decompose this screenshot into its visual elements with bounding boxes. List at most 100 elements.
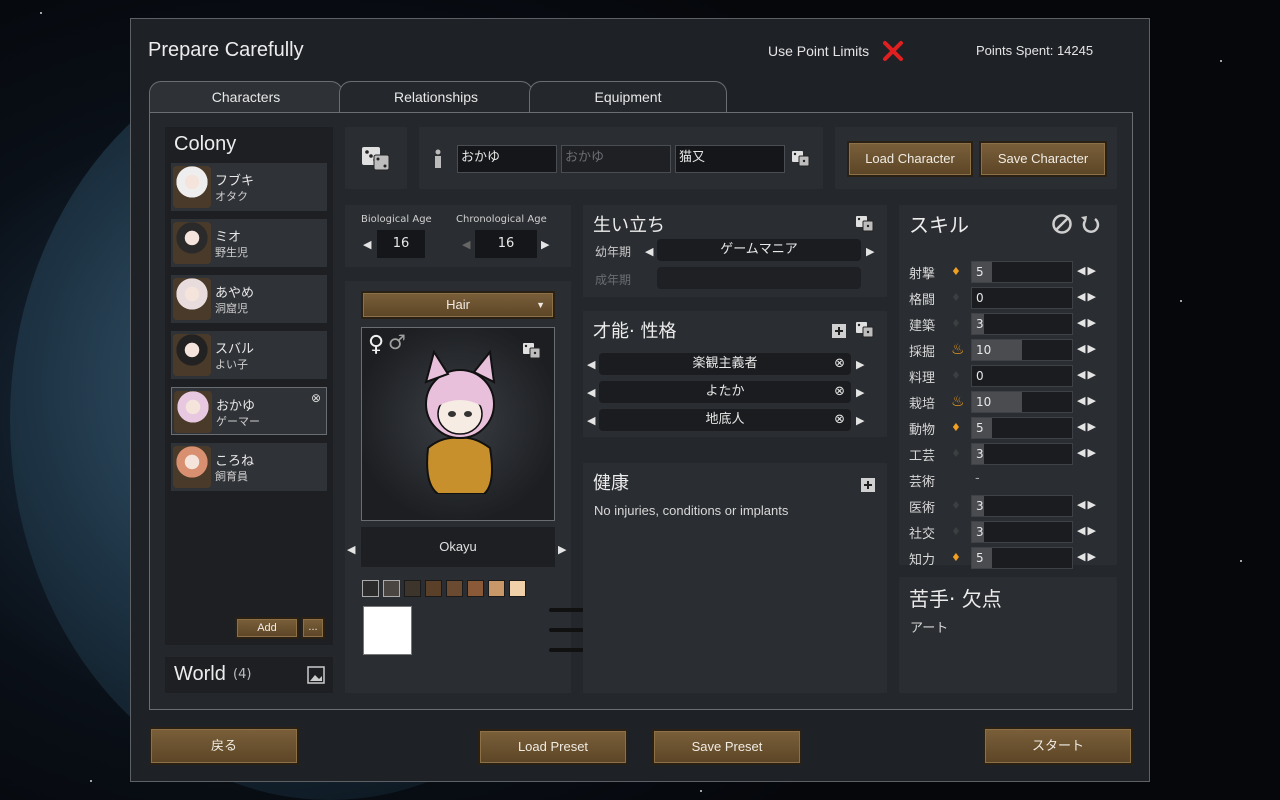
trait-prev-icon[interactable]: ◀ xyxy=(587,414,595,427)
remove-pawn-icon[interactable]: ⊗ xyxy=(311,391,321,405)
skill-adjust-arrows-icon[interactable]: ◀▶ xyxy=(1077,368,1098,381)
remove-trait-icon[interactable]: ⊗ xyxy=(834,409,845,431)
hair-color-swatch[interactable] xyxy=(362,580,379,597)
randomize-appearance-dice-icon[interactable] xyxy=(522,342,542,360)
remove-trait-icon[interactable]: ⊗ xyxy=(834,353,845,375)
passion-flame-icon[interactable]: ♦ xyxy=(951,265,961,278)
point-limits-toggle-x-icon[interactable] xyxy=(882,40,904,62)
skill-level-box[interactable]: 0 xyxy=(971,365,1073,387)
pawn-slot[interactable]: スバル よい子 xyxy=(171,331,327,379)
randomize-all-dice-icon[interactable] xyxy=(361,146,391,172)
tab-equipment[interactable]: Equipment xyxy=(529,81,727,113)
skill-adjust-arrows-icon[interactable]: ◀▶ xyxy=(1077,342,1098,355)
previous-pawn-style-icon[interactable]: ◀ xyxy=(347,543,355,556)
pawn-slot[interactable]: あやめ 洞窟児 xyxy=(171,275,327,323)
skill-adjust-arrows-icon[interactable]: ◀▶ xyxy=(1077,524,1098,537)
passion-flame-icon[interactable]: ♦ xyxy=(951,525,961,538)
trait-prev-icon[interactable]: ◀ xyxy=(587,358,595,371)
childhood-next-icon[interactable]: ▶ xyxy=(866,245,874,258)
hair-color-swatch[interactable] xyxy=(383,580,400,597)
skill-adjust-arrows-icon[interactable]: ◀▶ xyxy=(1077,290,1098,303)
next-pawn-style-icon[interactable]: ▶ xyxy=(558,543,566,556)
more-pawns-button[interactable]: ... xyxy=(301,617,325,639)
skill-adjust-arrows-icon[interactable]: ◀▶ xyxy=(1077,264,1098,277)
chronological-age-value[interactable]: 16 xyxy=(475,230,537,258)
tab-characters[interactable]: Characters xyxy=(149,81,343,113)
trait-next-icon[interactable]: ▶ xyxy=(856,386,864,399)
skill-level-box[interactable]: 3 xyxy=(971,495,1073,517)
passion-flame-icon[interactable]: ♦ xyxy=(951,551,961,564)
tab-relationships[interactable]: Relationships xyxy=(339,81,533,113)
save-preset-button[interactable]: Save Preset xyxy=(652,729,802,765)
info-icon[interactable] xyxy=(431,149,445,169)
pawn-slot[interactable]: ミオ 野生児 xyxy=(171,219,327,267)
skill-level-box[interactable]: 5 xyxy=(971,547,1073,569)
passion-flame-icon[interactable]: ♨ xyxy=(951,340,964,358)
hair-color-swatch[interactable] xyxy=(446,580,463,597)
skill-level-box[interactable]: 10 xyxy=(971,391,1073,413)
load-preset-button[interactable]: Load Preset xyxy=(478,729,628,765)
add-trait-plus-icon[interactable] xyxy=(831,323,847,339)
clear-skills-icon[interactable] xyxy=(1051,213,1073,235)
dropdown-chevron-icon: ▼ xyxy=(536,300,545,310)
trait-item[interactable]: よたか ⊗ xyxy=(599,381,851,403)
passion-flame-icon[interactable]: ♦ xyxy=(951,291,961,304)
skill-level-box[interactable]: 0 xyxy=(971,287,1073,309)
trait-item[interactable]: 地底人 ⊗ xyxy=(599,409,851,431)
skill-level-box[interactable]: 3 xyxy=(971,521,1073,543)
trait-item[interactable]: 楽観主義者 ⊗ xyxy=(599,353,851,375)
skill-level-box[interactable]: 3 xyxy=(971,313,1073,335)
randomize-traits-dice-icon[interactable] xyxy=(855,321,875,339)
back-button[interactable]: 戻る xyxy=(149,727,299,765)
bio-age-decrease-icon[interactable]: ◀ xyxy=(363,238,371,251)
world-image-icon[interactable] xyxy=(307,666,325,684)
skill-level-box[interactable]: 5 xyxy=(971,417,1073,439)
skill-adjust-arrows-icon[interactable]: ◀▶ xyxy=(1077,550,1098,563)
passion-flame-icon[interactable]: ♦ xyxy=(951,447,961,460)
save-character-button[interactable]: Save Character xyxy=(979,141,1107,177)
skill-adjust-arrows-icon[interactable]: ◀▶ xyxy=(1077,394,1098,407)
start-button[interactable]: スタート xyxy=(983,727,1133,765)
pawn-slot[interactable]: フブキ オタク xyxy=(171,163,327,211)
reset-skills-icon[interactable] xyxy=(1079,213,1101,235)
hair-color-swatch[interactable] xyxy=(509,580,526,597)
first-name-field[interactable]: おかゆ xyxy=(457,145,557,173)
childhood-value[interactable]: ゲームマニア xyxy=(657,239,861,261)
passion-flame-icon[interactable]: ♦ xyxy=(951,421,961,434)
biological-age-value[interactable]: 16 xyxy=(377,230,425,258)
randomize-name-dice-icon[interactable] xyxy=(791,150,811,168)
chrono-age-increase-icon[interactable]: ▶ xyxy=(541,238,549,251)
hair-color-swatch[interactable] xyxy=(425,580,442,597)
skill-adjust-arrows-icon[interactable]: ◀▶ xyxy=(1077,316,1098,329)
hair-color-swatch[interactable] xyxy=(467,580,484,597)
childhood-prev-icon[interactable]: ◀ xyxy=(645,245,653,258)
add-pawn-button[interactable]: Add xyxy=(235,617,299,639)
hair-dropdown[interactable]: Hair ▼ xyxy=(361,291,555,319)
skill-level-box[interactable]: 3 xyxy=(971,443,1073,465)
last-name-field[interactable]: 猫又 xyxy=(675,145,785,173)
traits-title: 才能· 性格 xyxy=(593,321,677,342)
passion-flame-icon[interactable]: ♦ xyxy=(951,499,961,512)
nick-name-field[interactable]: おかゆ xyxy=(561,145,671,173)
skill-adjust-arrows-icon[interactable]: ◀▶ xyxy=(1077,420,1098,433)
pawn-slot[interactable]: ころね 飼育員 xyxy=(171,443,327,491)
skill-level-box[interactable]: 5 xyxy=(971,261,1073,283)
passion-flame-icon[interactable]: ♦ xyxy=(951,369,961,382)
skill-adjust-arrows-icon[interactable]: ◀▶ xyxy=(1077,446,1098,459)
pawn-slot[interactable]: おかゆ ゲーマー ⊗ xyxy=(171,387,327,435)
add-health-plus-icon[interactable] xyxy=(860,477,876,493)
remove-trait-icon[interactable]: ⊗ xyxy=(834,381,845,403)
trait-next-icon[interactable]: ▶ xyxy=(856,414,864,427)
hair-color-swatch[interactable] xyxy=(488,580,505,597)
skill-level-box[interactable]: 10 xyxy=(971,339,1073,361)
passion-flame-icon[interactable]: ♨ xyxy=(951,392,964,410)
female-gender-icon[interactable]: ♀ xyxy=(368,332,384,357)
hair-color-swatch[interactable] xyxy=(404,580,421,597)
chrono-age-decrease-icon[interactable]: ◀ xyxy=(462,238,470,251)
randomize-backstory-dice-icon[interactable] xyxy=(855,215,875,233)
load-character-button[interactable]: Load Character xyxy=(847,141,973,177)
passion-flame-icon[interactable]: ♦ xyxy=(951,317,961,330)
trait-next-icon[interactable]: ▶ xyxy=(856,358,864,371)
skill-adjust-arrows-icon[interactable]: ◀▶ xyxy=(1077,498,1098,511)
trait-prev-icon[interactable]: ◀ xyxy=(587,386,595,399)
